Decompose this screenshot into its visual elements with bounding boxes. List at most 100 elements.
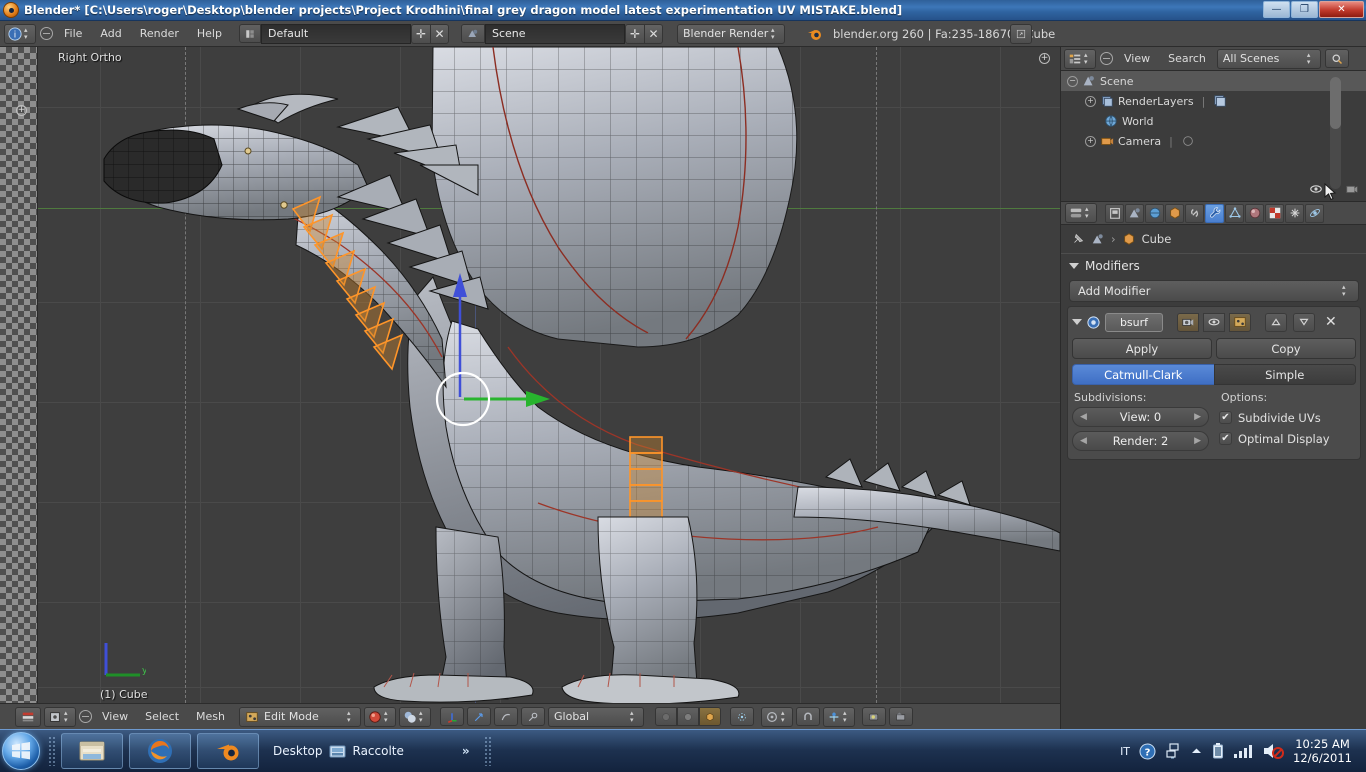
optimal-display-row[interactable]: ✔ Optimal Display <box>1219 428 1356 449</box>
outliner-menu-search[interactable]: Search <box>1161 49 1213 68</box>
toolshelf-expand-handle[interactable]: + <box>16 105 27 116</box>
scene-icon[interactable] <box>1091 232 1105 246</box>
data-tab[interactable] <box>1225 203 1244 223</box>
material-tab[interactable] <box>1245 203 1264 223</box>
add-modifier-dropdown[interactable]: Add Modifier ▴ ▾ <box>1069 280 1359 302</box>
snap-magnet-icon[interactable] <box>796 707 821 726</box>
properties-region-handle[interactable]: + <box>1039 53 1050 64</box>
volume-muted-icon[interactable] <box>1262 742 1285 760</box>
subdivide-uvs-checkbox[interactable]: ✔ <box>1219 411 1232 424</box>
camera-icon[interactable] <box>1345 182 1359 196</box>
language-indicator[interactable]: IT <box>1120 745 1130 758</box>
world-tab[interactable] <box>1145 203 1164 223</box>
deskband-overflow-chevron[interactable]: » <box>462 744 470 758</box>
3d-viewport[interactable]: Right Ortho + y (1) Cube <box>38 47 1060 703</box>
menu-render[interactable]: Render <box>133 24 186 43</box>
deskband-item-label[interactable]: Raccolte <box>353 744 404 758</box>
view-subdivisions-field[interactable]: ◀ View: 0 ▶ <box>1072 407 1209 427</box>
snap-element-selector[interactable]: ▴ ▾ <box>823 706 856 727</box>
menu-help[interactable]: Help <box>190 24 229 43</box>
chevron-left-icon[interactable]: ◀ <box>1080 436 1087 446</box>
eye-icon[interactable] <box>1309 182 1323 196</box>
outliner-row-camera[interactable]: + Camera | <box>1061 131 1366 151</box>
menu-select[interactable]: Select <box>138 707 186 726</box>
pivot-point-selector[interactable]: ▴ ▾ <box>761 706 794 727</box>
scene-icon[interactable] <box>460 24 485 43</box>
menu-mesh[interactable]: Mesh <box>189 707 232 726</box>
transform-orientation-dropdown[interactable]: Global ▴ ▾ <box>548 706 645 727</box>
collapse-menu-icon[interactable] <box>79 710 92 723</box>
remove-screen-layout-button[interactable]: ✕ <box>429 23 449 44</box>
close-button[interactable]: ✕ <box>1319 1 1364 18</box>
transform-manipulator[interactable] <box>368 247 668 447</box>
mesh-select-mode-selector[interactable]: ▴ ▾ <box>44 706 76 727</box>
render-tab[interactable] <box>1105 203 1124 223</box>
pin-icon[interactable] <box>1071 232 1085 246</box>
screen-layout-icon[interactable] <box>238 24 261 43</box>
chevron-right-icon[interactable]: ▶ <box>1194 436 1201 446</box>
render-visibility-toggle[interactable] <box>1177 312 1199 332</box>
outliner-row-renderlayers[interactable]: + RenderLayers | <box>1061 91 1366 111</box>
outliner-tree[interactable]: − Scene + RenderLayers | World + Camera … <box>1061 71 1366 201</box>
menu-file[interactable]: File <box>57 24 89 43</box>
taskbar-clock[interactable]: 10:25 AM 12/6/2011 <box>1293 737 1358 765</box>
scene-field[interactable]: Scene <box>484 23 625 44</box>
object-tab[interactable] <box>1165 203 1184 223</box>
outliner-row-scene[interactable]: − Scene <box>1061 71 1366 91</box>
properties-editor-type-selector[interactable]: ▴ ▾ <box>1065 203 1097 223</box>
collapse-menu-icon[interactable] <box>1100 52 1113 65</box>
outliner-scrollbar[interactable] <box>1330 77 1341 189</box>
physics-tab[interactable] <box>1305 203 1324 223</box>
simple-button[interactable]: Simple <box>1213 364 1356 385</box>
add-scene-button[interactable]: ✛ <box>624 23 644 44</box>
render-subdivisions-field[interactable]: ◀ Render: 2 ▶ <box>1072 431 1209 451</box>
collapse-menu-icon[interactable] <box>40 27 53 40</box>
scene-tab[interactable] <box>1125 203 1144 223</box>
renderlayers-data-icon[interactable] <box>1213 94 1227 108</box>
chevron-right-icon[interactable]: ▶ <box>1194 412 1201 422</box>
battery-icon[interactable] <box>1212 742 1224 760</box>
chevron-down-icon[interactable] <box>1072 319 1082 325</box>
start-orb-icon[interactable] <box>2 732 40 770</box>
network-icon[interactable] <box>1165 742 1181 760</box>
expand-toggle-icon[interactable]: + <box>1085 95 1096 107</box>
help-icon[interactable]: ? <box>1139 743 1156 760</box>
explorer-taskbar-button[interactable] <box>61 733 123 769</box>
signal-bars-icon[interactable] <box>1233 743 1253 759</box>
copy-button[interactable]: Copy <box>1216 338 1356 359</box>
catmull-clark-button[interactable]: Catmull-Clark <box>1072 364 1214 385</box>
outliner-menu-view[interactable]: View <box>1117 49 1157 68</box>
constraints-tab[interactable] <box>1185 203 1204 223</box>
particles-tab[interactable] <box>1285 203 1304 223</box>
optimal-display-checkbox[interactable]: ✔ <box>1219 432 1232 445</box>
chevron-left-icon[interactable]: ◀ <box>1080 412 1087 422</box>
occlude-geometry-button[interactable] <box>677 707 700 726</box>
search-icon[interactable] <box>1324 49 1349 68</box>
manipulator-toggle[interactable] <box>440 707 465 726</box>
move-modifier-down-button[interactable] <box>1293 312 1315 332</box>
minimize-button[interactable]: — <box>1263 1 1290 18</box>
firefox-taskbar-button[interactable] <box>129 733 191 769</box>
camera-data-icon[interactable] <box>1181 134 1195 148</box>
object-cube-icon[interactable] <box>1122 232 1136 246</box>
menu-add[interactable]: Add <box>93 24 128 43</box>
render-engine-dropdown[interactable]: Blender Render ▴ ▾ <box>676 23 785 44</box>
modifiers-panel-header[interactable]: Modifiers <box>1061 253 1366 277</box>
rotate-manipulator-button[interactable] <box>494 707 519 726</box>
interaction-mode-dropdown[interactable]: Edit Mode ▴ ▾ <box>239 706 362 727</box>
chevron-up-icon[interactable] <box>1190 746 1203 756</box>
modifiers-tab[interactable] <box>1205 203 1224 223</box>
remove-scene-button[interactable]: ✕ <box>643 23 663 44</box>
proportional-edit-icon[interactable] <box>730 707 755 726</box>
restore-button[interactable]: ❐ <box>1291 1 1318 18</box>
add-screen-layout-button[interactable]: ✛ <box>410 23 430 44</box>
deskband[interactable]: Desktop Raccolte » <box>273 743 470 759</box>
translate-manipulator-button[interactable] <box>467 707 492 726</box>
collapse-toggle-icon[interactable]: − <box>1067 75 1078 87</box>
delete-modifier-button[interactable]: ✕ <box>1325 315 1337 329</box>
viewport-visibility-toggle[interactable] <box>1203 312 1225 332</box>
viewport-shading-selector[interactable]: ▴ ▾ <box>364 706 397 727</box>
render-animation-icon[interactable] <box>889 707 914 726</box>
modifier-name-field[interactable]: bsurf <box>1105 312 1163 332</box>
info-editor-type-selector[interactable]: i ▴ ▾ <box>4 23 36 44</box>
